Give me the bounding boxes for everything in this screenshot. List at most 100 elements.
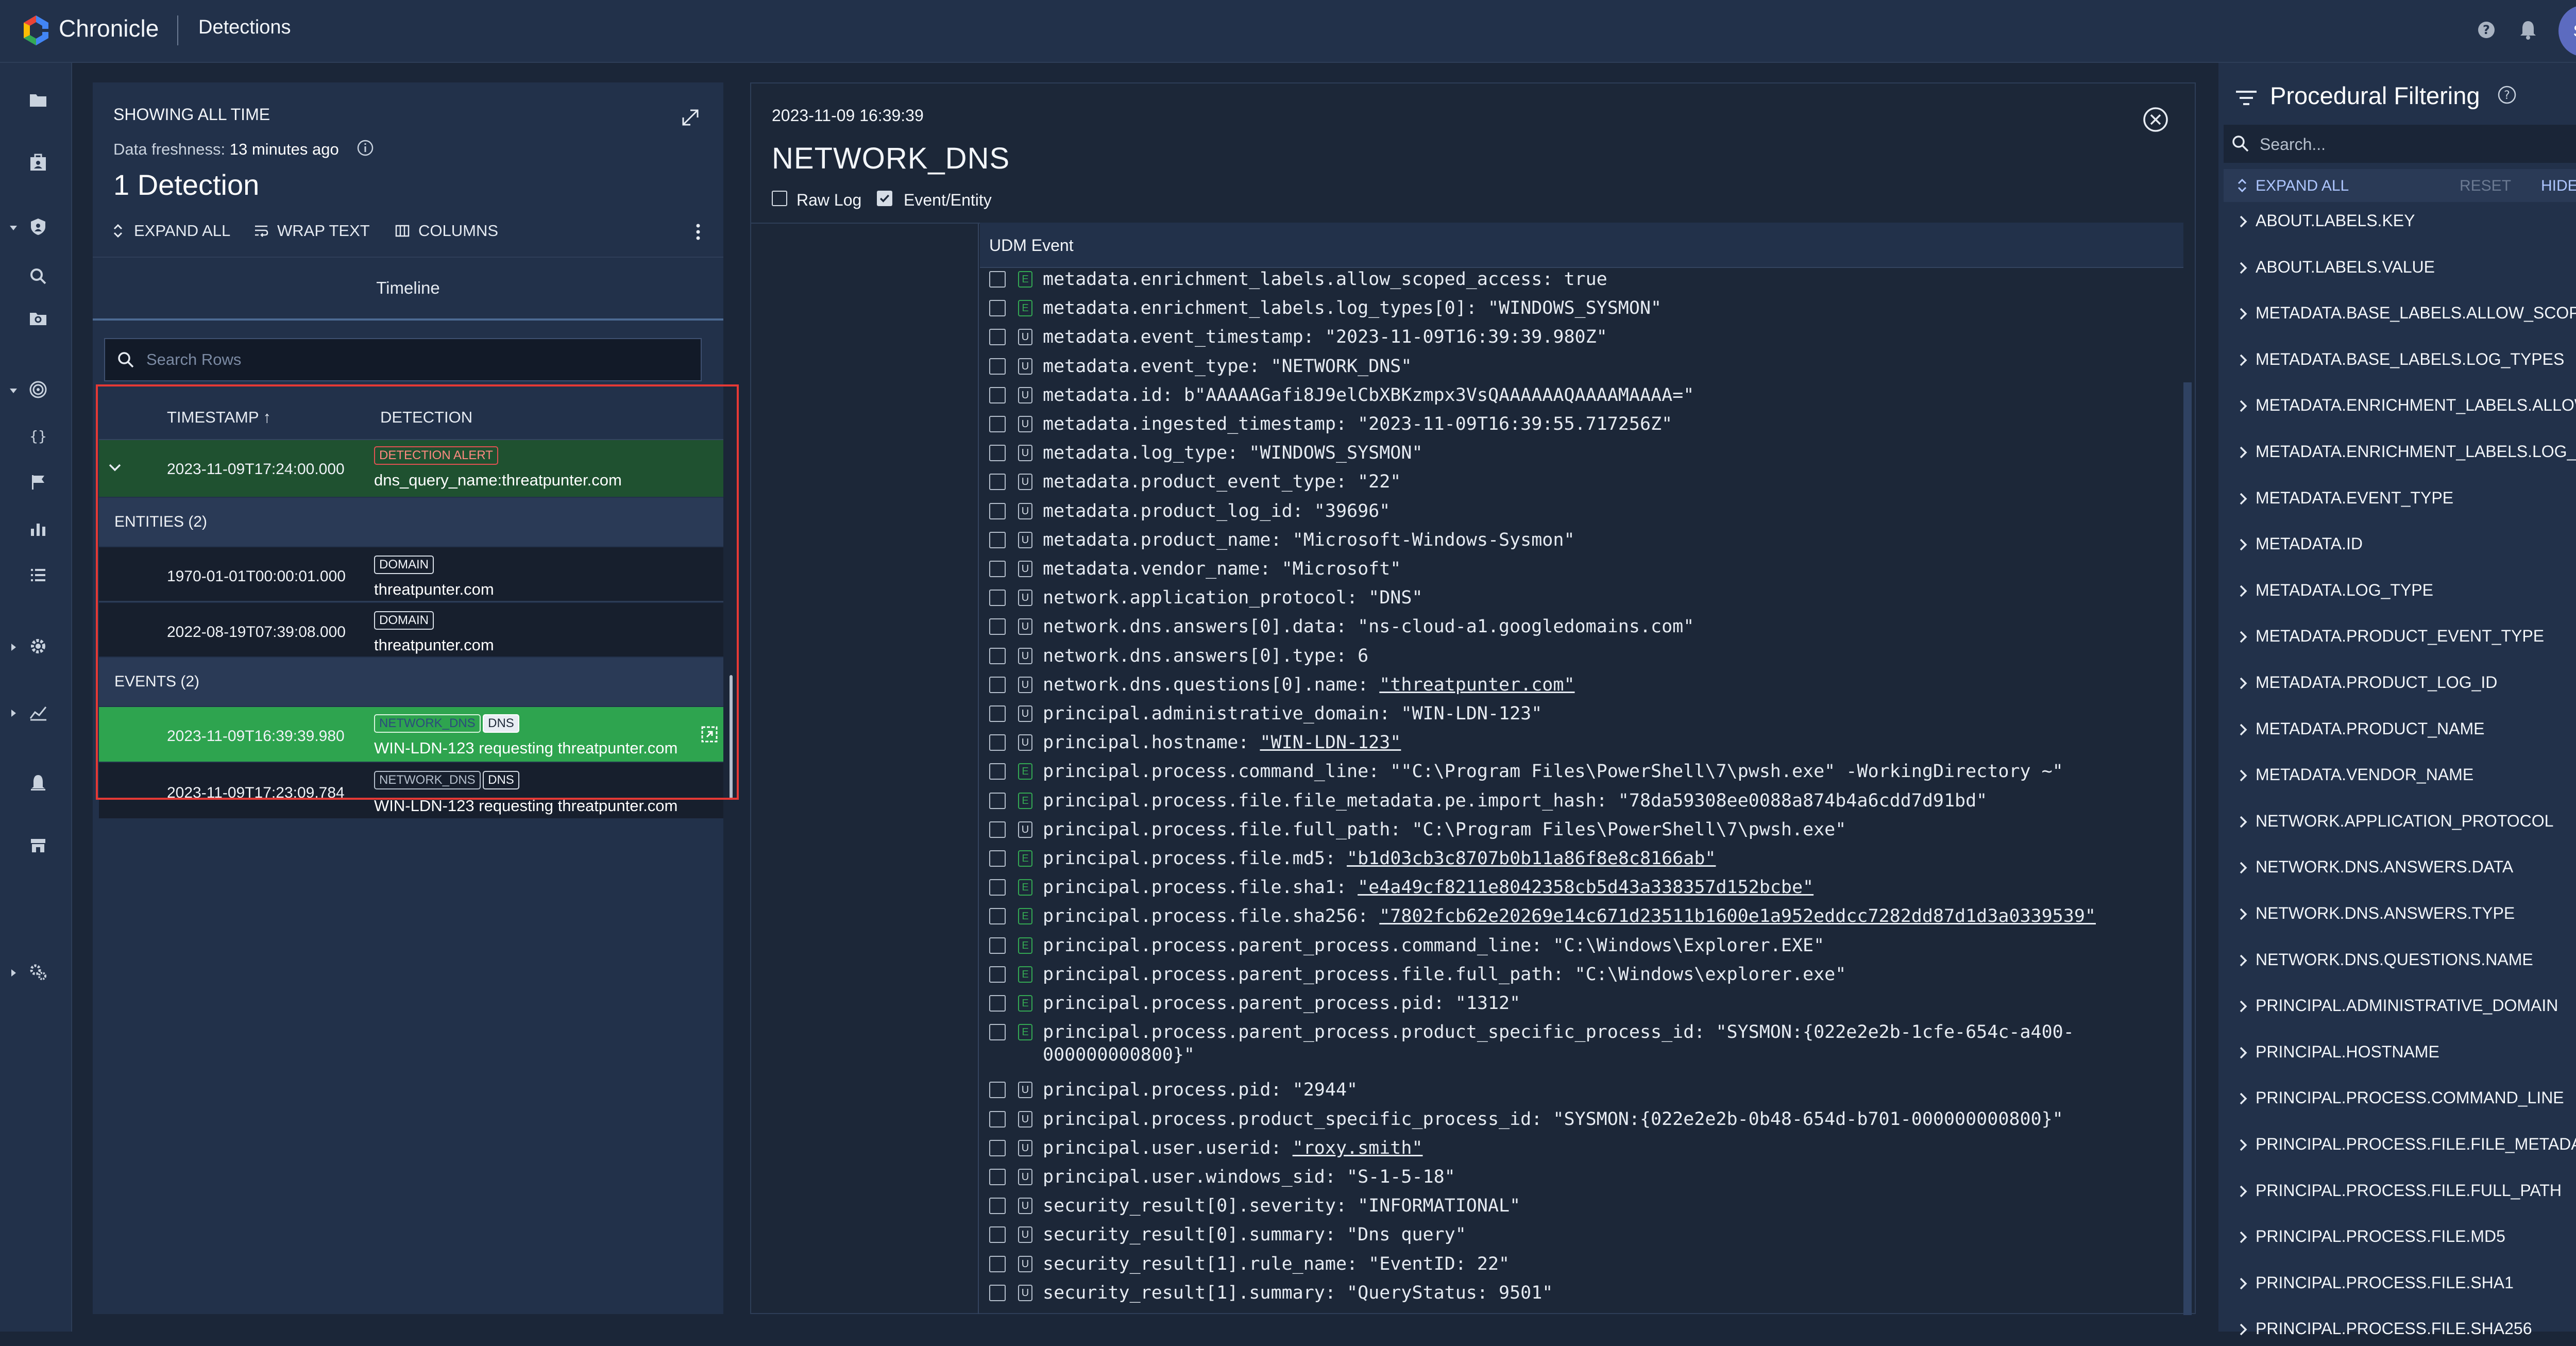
field-checkbox[interactable] [989,1111,1006,1128]
udm-field-row[interactable]: Uprincipal.process.product_specific_proc… [989,1108,2174,1137]
field-value-link[interactable]: "WIN-LDN-123" [1260,732,1401,753]
udm-field-row[interactable]: Uprincipal.user.userid: "roxy.smith" [989,1137,2174,1166]
folder-search-icon[interactable] [29,309,47,328]
udm-field-row[interactable]: Eprincipal.process.file.sha1: "e4a49cf82… [989,876,2174,905]
udm-field-row[interactable]: Umetadata.id: b"AAAAAGafi8J9elCbXBKzmpx3… [989,384,2174,413]
chevron-right-icon[interactable] [2238,676,2248,691]
field-checkbox[interactable] [989,879,1006,896]
udm-field-row[interactable]: Uprincipal.administrative_domain: "WIN-L… [989,702,2174,731]
udm-field-row[interactable]: Eprincipal.process.file.file_metadata.pe… [989,789,2174,818]
field-checkbox[interactable] [989,531,1006,548]
field-checkbox[interactable] [989,1169,1006,1185]
filter-field-item[interactable]: METADATA.BASE_LABELS.ALLOW_SCOPED_ACCESS [2224,299,2576,330]
filter-field-item[interactable]: NETWORK.DNS.QUESTIONS.NAME [2224,946,2576,977]
help-icon[interactable]: ? [2497,85,2517,105]
filter-field-item[interactable]: METADATA.ENRICHMENT_LABELS.ALLOW_SCOPED_… [2224,392,2576,423]
raw-log-checkbox[interactable] [772,191,787,206]
wrap-text-button[interactable]: WRAP TEXT [253,221,370,241]
udm-field-row[interactable]: Umetadata.product_name: "Microsoft-Windo… [989,529,2174,558]
filter-field-item[interactable]: PRINCIPAL.PROCESS.FILE.SHA256 [2224,1315,2576,1346]
field-checkbox[interactable] [989,850,1006,867]
chevron-right-icon[interactable] [2238,1091,2248,1106]
scrollbar[interactable] [2183,382,2192,1315]
chevron-right-icon[interactable] [2238,630,2248,644]
event-entity-label[interactable]: Event/Entity [904,191,992,210]
udm-field-row[interactable]: Usecurity_result[0].summary: "Dns query" [989,1223,2174,1252]
filter-field-item[interactable]: METADATA.ID [2224,530,2576,561]
field-checkbox[interactable] [989,561,1006,577]
field-checkbox[interactable] [989,1024,1006,1041]
udm-field-row[interactable]: Eprincipal.process.file.md5: "b1d03cb3c8… [989,847,2174,876]
field-value-link[interactable]: "e4a49cf8211e8042358cb5d43a338357d152bcb… [1358,877,1814,898]
info-icon[interactable] [357,139,374,157]
filter-field-item[interactable]: METADATA.LOG_TYPE [2224,577,2576,608]
udm-field-row[interactable]: Eprincipal.process.parent_process.pid: "… [989,992,2174,1021]
field-checkbox[interactable] [989,474,1006,491]
filter-field-item[interactable]: PRINCIPAL.PROCESS.FILE.FULL_PATH [2224,1177,2576,1208]
filter-field-item[interactable]: PRINCIPAL.PROCESS.FILE.MD5 [2224,1223,2576,1254]
field-checkbox[interactable] [989,1284,1006,1301]
chevron-right-icon[interactable] [2238,537,2248,552]
search-icon[interactable] [29,267,47,285]
field-checkbox[interactable] [989,271,1006,288]
udm-field-row[interactable]: Uprincipal.hostname: "WIN-LDN-123" [989,731,2174,760]
columns-button[interactable]: COLUMNS [395,221,498,241]
field-checkbox[interactable] [989,1139,1006,1156]
field-checkbox[interactable] [989,618,1006,635]
help-icon[interactable]: ? [2477,21,2496,39]
udm-field-row[interactable]: Unetwork.dns.questions[0].name: "threatp… [989,674,2174,702]
chevron-right-icon[interactable] [2238,399,2248,413]
field-checkbox[interactable] [989,329,1006,346]
udm-field-row[interactable]: Unetwork.dns.answers[0].type: 6 [989,645,2174,674]
filter-field-item[interactable]: PRINCIPAL.PROCESS.COMMAND_LINE [2224,1084,2576,1115]
field-checkbox[interactable] [989,792,1006,809]
list-icon[interactable] [29,566,47,584]
filter-field-item[interactable]: NETWORK.DNS.ANSWERS.TYPE [2224,900,2576,931]
chevron-right-icon[interactable] [2238,584,2248,598]
chevron-right-icon[interactable] [2238,1184,2248,1199]
field-checkbox[interactable] [989,995,1006,1012]
field-value-link[interactable]: "7802fcb62e20269e14c671d23511b1600e1a952… [1379,906,2096,927]
udm-field-row[interactable]: Umetadata.ingested_timestamp: "2023-11-0… [989,413,2174,442]
store-icon[interactable] [29,836,47,854]
field-value-link[interactable]: "threatpunter.com" [1379,675,1574,695]
field-checkbox[interactable] [989,590,1006,607]
filter-field-item[interactable]: PRINCIPAL.PROCESS.FILE.SHA1 [2224,1269,2576,1300]
udm-field-row[interactable]: Eprincipal.process.parent_process.file.f… [989,963,2174,992]
shield-icon[interactable] [29,217,47,236]
gear-icon[interactable] [29,637,47,655]
filter-field-item[interactable]: PRINCIPAL.PROCESS.FILE.FILE_METADATA.PE.… [2224,1131,2576,1162]
reset-button[interactable]: RESET [2460,177,2511,195]
chevron-right-icon[interactable] [2238,999,2248,1014]
chevron-right-icon[interactable] [2238,261,2248,275]
field-checkbox[interactable] [989,445,1006,462]
udm-field-row[interactable]: Uprincipal.user.windows_sid: "S-1-5-18" [989,1166,2174,1194]
curly-braces-icon[interactable]: {} [29,427,47,445]
search-rows-input[interactable]: Search Rows [104,338,702,381]
target-icon[interactable] [29,380,47,399]
filter-field-item[interactable]: PRINCIPAL.HOSTNAME [2224,1038,2576,1069]
tab-timeline[interactable]: Timeline [93,278,723,298]
field-checkbox[interactable] [989,1198,1006,1215]
chevron-right-icon[interactable] [8,642,19,652]
filter-field-item[interactable]: ABOUT.LABELS.KEY [2224,207,2576,238]
chevron-right-icon[interactable] [2238,953,2248,968]
udm-field-row[interactable]: Umetadata.product_log_id: "39696" [989,500,2174,529]
chevron-right-icon[interactable] [2238,214,2248,229]
filter-field-item[interactable]: METADATA.PRODUCT_EVENT_TYPE [2224,622,2576,653]
chevron-right-icon[interactable] [2238,815,2248,829]
udm-field-row[interactable]: Eprincipal.process.command_line: ""C:\Pr… [989,760,2174,789]
chevron-right-icon[interactable] [2238,907,2248,921]
folder-icon[interactable] [29,91,47,109]
field-checkbox[interactable] [989,763,1006,780]
filter-field-item[interactable]: NETWORK.DNS.ANSWERS.DATA [2224,853,2576,884]
line-chart-icon[interactable] [29,703,47,721]
field-checkbox[interactable] [989,676,1006,693]
field-checkbox[interactable] [989,908,1006,925]
chevron-right-icon[interactable] [2238,492,2248,506]
udm-field-row[interactable]: Umetadata.log_type: "WINDOWS_SYSMON" [989,442,2174,470]
field-checkbox[interactable] [989,1082,1006,1099]
udm-field-row[interactable]: Usecurity_result[1].summary: "QueryStatu… [989,1282,2174,1310]
expand-arrows-icon[interactable] [680,107,701,128]
filter-field-item[interactable]: METADATA.ENRICHMENT_LABELS.LOG_TYPES [2224,438,2576,469]
